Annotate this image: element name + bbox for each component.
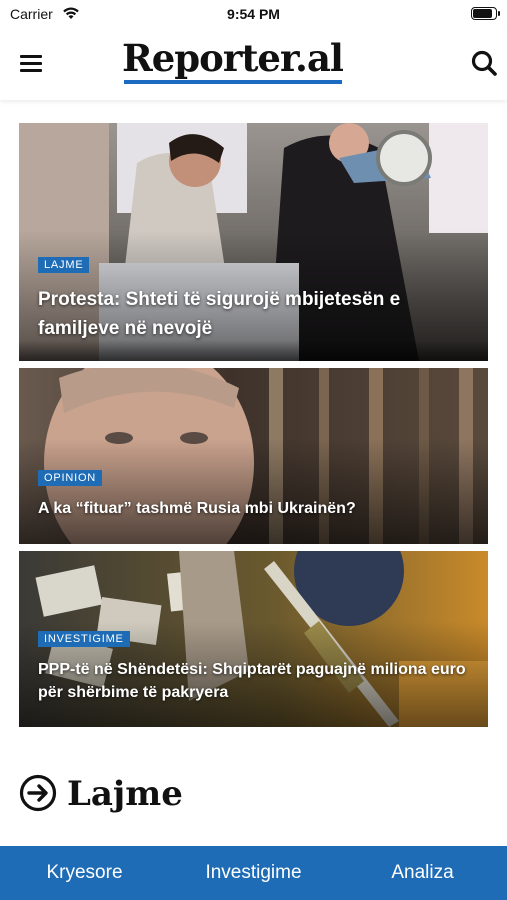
hamburger-menu-icon[interactable] [14,50,46,78]
category-badge: OPINION [38,470,103,486]
bottom-nav: Kryesore Investigime Analiza [0,846,507,900]
article-title: PPP-të në Shëndetësi: Shqiptarët paguajn… [38,661,466,701]
search-icon[interactable] [469,48,499,78]
status-bar: Carrier 9:54 PM [0,0,507,28]
logo-text: Reporter.al [122,36,344,80]
nav-item-investigime[interactable]: Investigime [169,846,338,900]
section-title: Lajme [67,774,183,814]
app-header: Reporter.al [0,28,507,100]
article-card[interactable]: LAJME Protesta: Shteti të sigurojë mbije… [19,123,488,361]
logo[interactable]: Reporter.al [122,38,344,84]
article-title: A ka “fituar” tashmë Rusia mbi Ukrainën? [38,500,356,517]
category-badge: LAJME [38,257,90,273]
category-badge: INVESTIGIME [38,631,130,647]
battery-icon [471,7,500,20]
status-time: 9:54 PM [227,6,280,22]
article-card[interactable]: OPINION A ka “fituar” tashmë Rusia mbi U… [19,368,488,544]
battery-level [473,9,492,18]
nav-item-analiza[interactable]: Analiza [338,846,507,900]
nav-item-kryesore[interactable]: Kryesore [0,846,169,900]
article-card[interactable]: INVESTIGIME PPP-të në Shëndetësi: Shqipt… [19,551,488,727]
article-title: Protesta: Shteti të sigurojë mbijetesën … [38,289,401,339]
logo-underline [124,80,342,84]
arrow-circle-right-icon[interactable] [19,774,57,812]
